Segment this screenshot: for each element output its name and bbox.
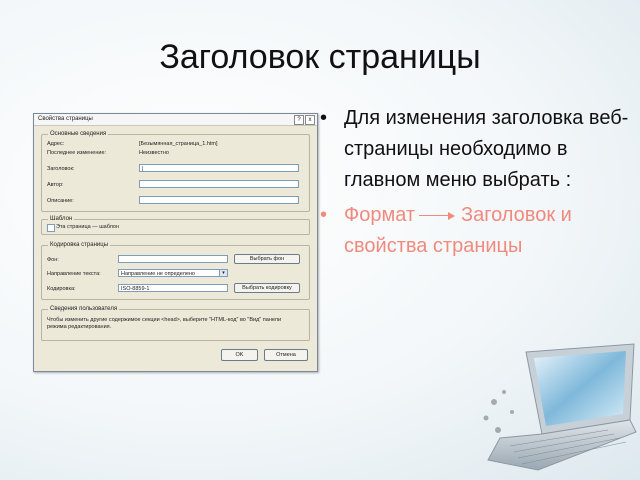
template-group-label: Шаблон [48,216,75,222]
address-label: Адрес: [47,141,65,147]
ok-button[interactable]: OK [221,349,258,361]
address-value: [Безымянная_страница_1.htm] [139,141,218,147]
text-direction-value: Направление не определено [121,271,195,277]
template-group: Шаблон Эта страница — шаблон [41,216,310,235]
bullet-item-1: • Для изменения заголовка веб-страницы н… [318,103,636,196]
chevron-down-icon[interactable]: ▾ [219,270,227,276]
text-direction-select[interactable]: Направление не определено ▾ [118,269,228,277]
description-input[interactable] [139,196,299,204]
choose-background-button[interactable]: Выбрать фон [234,254,300,264]
choose-encoding-button[interactable]: Выбрать кодировку [234,283,300,293]
template-checkbox-label: Эта страница — шаблон [56,224,120,230]
title-label: Заголовок: [47,166,75,172]
general-group: Основные сведения Адрес: [Безымянная_стр… [41,131,310,212]
bullet-item-2: • Формат Заголовок и свойства страницы [318,200,636,262]
description-label: Описание: [47,198,74,204]
bullet-text-2a: Формат [344,204,416,226]
template-checkbox[interactable] [47,224,55,232]
user-info-group-label: Сведения пользователя [48,306,120,312]
laptop-illustration [483,343,637,471]
encoding-group: Кодировка страницы Фон: Выбрать фон Напр… [41,242,310,300]
dialog-title: Свойства страницы [38,116,93,122]
background-label: Фон: [47,257,59,263]
user-info-text: Чтобы изменить другие содержимое секции … [47,317,282,330]
arrow-right-icon [419,211,457,221]
bullet-icon: • [320,107,328,129]
bullet-icon: • [320,204,328,226]
bullet-text-1: Для изменения заголовка веб-страницы нео… [344,107,629,191]
bullet-list: • Для изменения заголовка веб-страницы н… [318,103,636,262]
help-button[interactable]: ? [294,115,304,125]
cancel-button[interactable]: Отмена [264,349,308,361]
general-group-label: Основные сведения [48,131,109,137]
last-modified-value: Неизвестно [139,150,169,156]
background-input[interactable] [118,255,228,263]
title-input[interactable]: | [139,164,299,172]
page-properties-dialog: Свойства страницы ? x Основные сведения … [33,113,318,372]
close-button[interactable]: x [305,115,315,125]
last-modified-label: Последнее изменение: [47,150,107,156]
slide: Заголовок страницы Свойства страницы ? x… [0,0,640,480]
encoding-group-label: Кодировка страницы [48,242,111,248]
encoding-label: Кодировка: [47,286,76,292]
author-label: Автор: [47,182,64,188]
dialog-titlebar: Свойства страницы ? x [34,114,317,126]
author-input[interactable] [139,180,299,188]
user-info-group: Сведения пользователя Чтобы изменить дру… [41,306,310,341]
text-direction-label: Направление текста: [47,271,101,277]
encoding-input[interactable]: ISO-8859-1 [118,284,228,292]
slide-title: Заголовок страницы [159,38,481,76]
